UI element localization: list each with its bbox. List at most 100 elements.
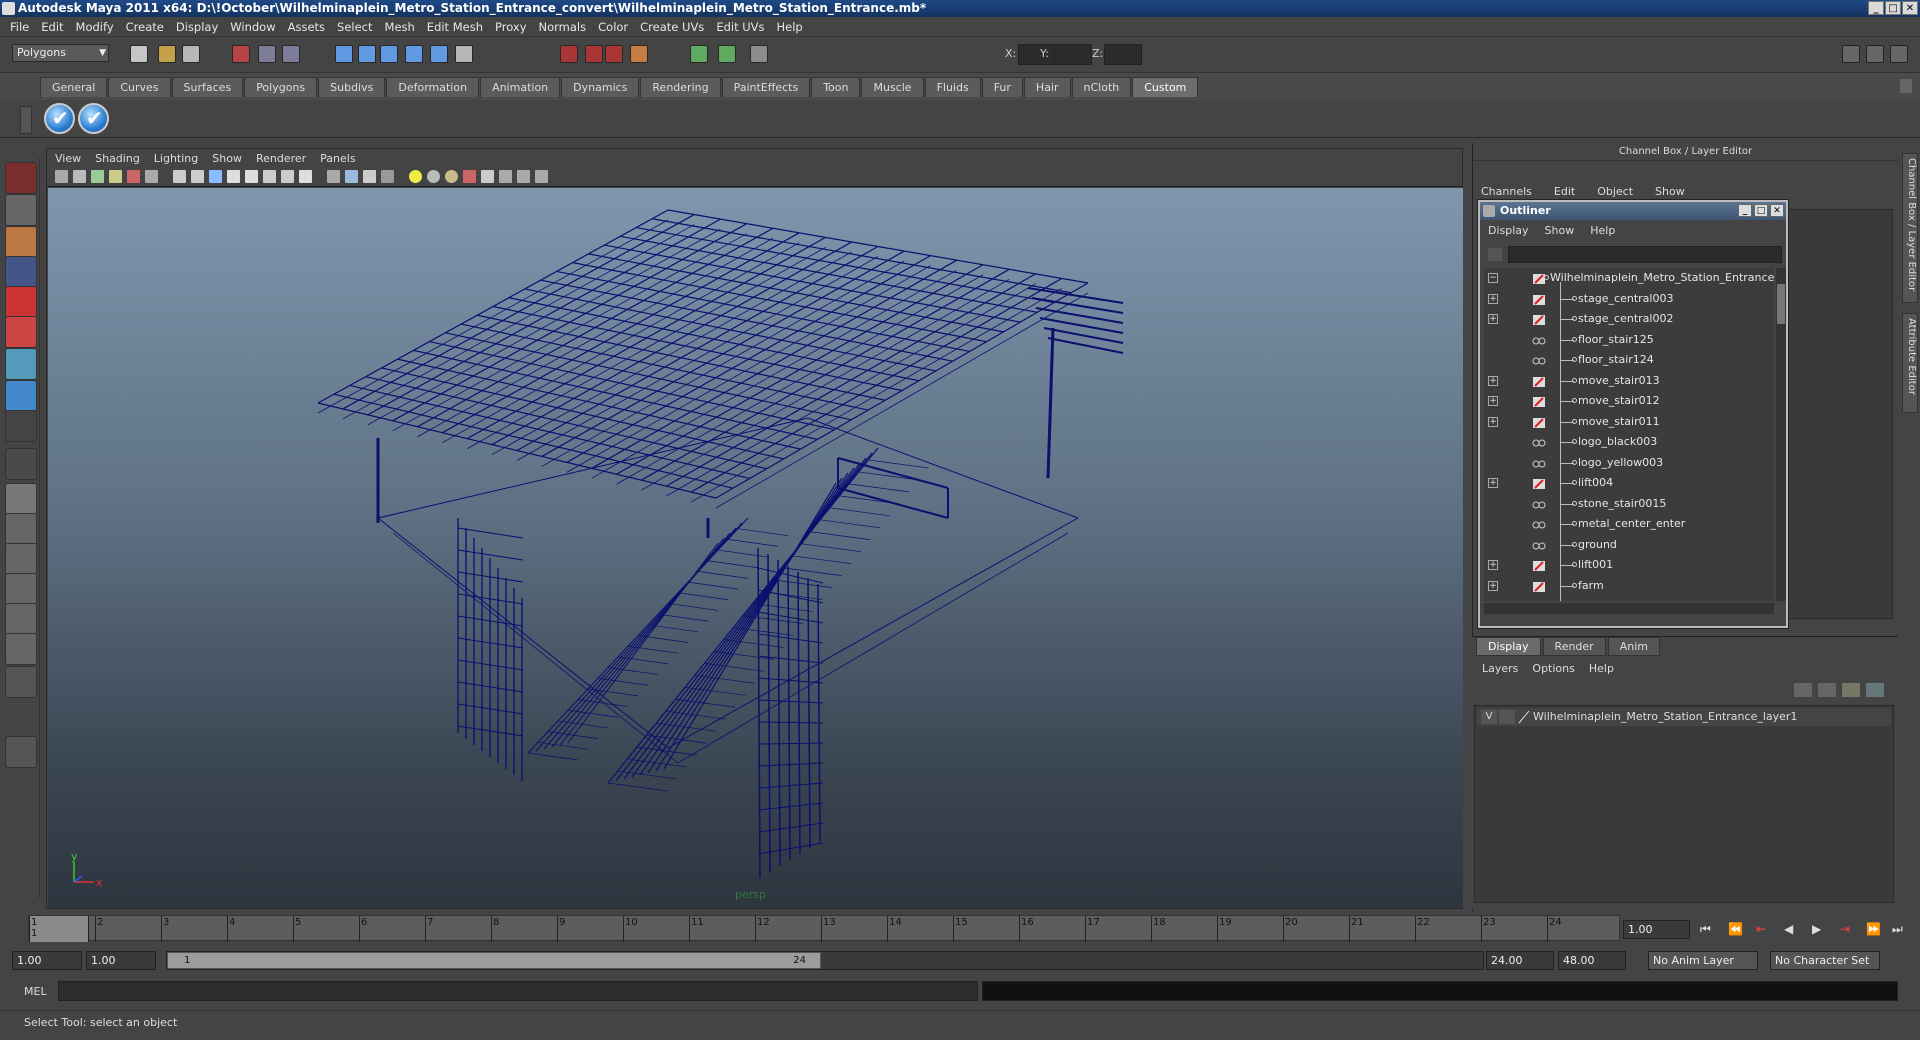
menu-edit[interactable]: Edit <box>35 20 69 34</box>
outliner-title-bar[interactable]: Outliner _ □ ✕ <box>1480 202 1786 220</box>
outliner-menu-display[interactable]: Display <box>1488 221 1529 241</box>
menu-mesh[interactable]: Mesh <box>379 20 421 34</box>
go-to-start-icon[interactable]: ⏮ <box>1700 922 1711 937</box>
persp-outliner-layout-icon[interactable] <box>5 543 37 575</box>
persp-graph-layout-icon[interactable] <box>5 573 37 605</box>
shelf-tab-rendering[interactable]: Rendering <box>640 77 721 97</box>
shelf-tab-toon[interactable]: Toon <box>811 77 861 97</box>
single-perspective-layout-icon[interactable] <box>5 483 37 515</box>
soft-mod-tool-icon[interactable] <box>5 380 37 412</box>
rotate-tool-icon[interactable] <box>5 286 37 318</box>
station-wireframe-model[interactable] <box>48 188 1463 908</box>
layer-tab-anim[interactable]: Anim <box>1607 637 1660 656</box>
playback-start-field[interactable]: 1.00 <box>86 951 156 970</box>
perspective-viewport[interactable]: persp y x <box>48 188 1463 908</box>
viewport-tool-1-icon[interactable] <box>55 170 68 183</box>
viewport-tool-16-icon[interactable] <box>345 170 358 183</box>
step-back-key-icon[interactable]: ⇤ <box>1756 922 1766 936</box>
menu-color[interactable]: Color <box>592 20 634 34</box>
outliner-item-move-stair012[interactable]: + move_stair012 <box>1484 391 1774 411</box>
outliner-item-move-stair011[interactable]: + move_stair011 <box>1484 412 1774 432</box>
menu-edit-uvs[interactable]: Edit UVs <box>710 20 770 34</box>
viewport-tool-13-icon[interactable] <box>281 170 294 183</box>
outliner-item-ground[interactable]: ground <box>1484 535 1774 555</box>
step-forward-key-icon[interactable]: ⇥ <box>1840 922 1850 936</box>
shelf-custom-tool-1[interactable] <box>44 103 75 134</box>
new-layer-icon[interactable] <box>1794 683 1812 697</box>
show-manip-tool-icon[interactable] <box>5 410 37 442</box>
side-tab-channel-box[interactable]: Channel Box / Layer Editor <box>1902 153 1918 303</box>
lasso-tool-icon[interactable] <box>5 194 37 226</box>
viewport-menu-renderer[interactable]: Renderer <box>256 152 306 165</box>
shelf-tab-dynamics[interactable]: Dynamics <box>561 77 640 97</box>
persp-uv-layout-icon[interactable] <box>5 633 37 665</box>
menu-normals[interactable]: Normals <box>533 20 593 34</box>
snap-point-icon[interactable] <box>380 45 398 63</box>
channel-box-menu-show[interactable]: Show <box>1655 183 1685 201</box>
side-tab-attribute-editor[interactable]: Attribute Editor <box>1902 313 1918 413</box>
anim-layer-selector[interactable]: No Anim Layer <box>1648 951 1758 970</box>
animation-end-field[interactable]: 48.00 <box>1558 951 1626 970</box>
select-object-icon[interactable] <box>258 45 276 63</box>
shelf-custom-tool-2[interactable] <box>78 103 109 134</box>
viewport-tool-12-icon[interactable] <box>263 170 276 183</box>
menu-select[interactable]: Select <box>331 20 378 34</box>
close-button[interactable]: ✕ <box>1902 1 1918 15</box>
range-thumb[interactable]: 1 24 <box>167 952 821 969</box>
mel-input[interactable] <box>58 981 978 1001</box>
render-frame-icon[interactable] <box>560 45 578 63</box>
channel-box-menu-object[interactable]: Object <box>1597 183 1633 201</box>
menu-file[interactable]: File <box>4 20 35 34</box>
input-ops-icon[interactable] <box>690 45 708 63</box>
current-frame-field[interactable]: 1.00 <box>1623 920 1690 939</box>
z-coord-input[interactable] <box>1104 44 1142 65</box>
hypershade-icon[interactable] <box>630 45 648 63</box>
maximize-button[interactable]: □ <box>1885 1 1901 15</box>
expand-icon[interactable]: + <box>1488 396 1498 406</box>
viewport-tool-26-icon[interactable] <box>535 170 548 183</box>
outliner-item-lift004[interactable]: + lift004 <box>1484 473 1774 493</box>
new-scene-icon[interactable] <box>130 45 148 63</box>
outliner-item-chrome-railing001[interactable]: chrome_railing001 <box>1484 596 1774 601</box>
menu-help[interactable]: Help <box>771 20 809 34</box>
current-time-marker[interactable]: 1 <box>29 916 89 942</box>
viewport-tool-24-icon[interactable] <box>499 170 512 183</box>
layer-menu-help[interactable]: Help <box>1589 661 1614 677</box>
expand-icon[interactable]: + <box>1488 314 1498 324</box>
outliner-item-metal-center-enter[interactable]: metal_center_enter <box>1484 514 1774 534</box>
viewport-tool-6-icon[interactable] <box>145 170 158 183</box>
outliner-item-lift001[interactable]: + lift001 <box>1484 555 1774 575</box>
animation-start-field[interactable]: 1.00 <box>12 951 82 970</box>
layer-add-icon[interactable] <box>1866 683 1884 697</box>
viewport-tool-21-icon[interactable] <box>445 170 458 183</box>
new-layer-selected-icon[interactable] <box>1818 683 1836 697</box>
viewport-tool-17-icon[interactable] <box>363 170 376 183</box>
viewport-menu-view[interactable]: View <box>55 152 81 165</box>
snap-plane-icon[interactable] <box>405 45 423 63</box>
channel-box-toggle-icon[interactable] <box>1842 45 1860 63</box>
menu-edit-mesh[interactable]: Edit Mesh <box>421 20 489 34</box>
range-bar[interactable]: 1 24 <box>166 951 1484 970</box>
channel-box-menu-channels[interactable]: Channels <box>1481 183 1532 201</box>
shelf-tab-curves[interactable]: Curves <box>108 77 171 97</box>
outliner-menu-show[interactable]: Show <box>1545 221 1575 241</box>
menu-proxy[interactable]: Proxy <box>489 20 533 34</box>
viewport-tool-4-icon[interactable] <box>109 170 122 183</box>
outliner-item-logo-yellow003[interactable]: logo_yellow003 <box>1484 453 1774 473</box>
outliner-item-stone-stair0015[interactable]: stone_stair0015 <box>1484 494 1774 514</box>
expand-icon[interactable]: + <box>1488 560 1498 570</box>
layer-menu-options[interactable]: Options <box>1532 661 1574 677</box>
select-tool-icon[interactable] <box>5 162 37 194</box>
menu-create[interactable]: Create <box>120 20 170 34</box>
viewport-tool-19-icon[interactable] <box>409 170 422 183</box>
outliner-menu-help[interactable]: Help <box>1590 221 1615 241</box>
save-scene-icon[interactable] <box>182 45 200 63</box>
viewport-tool-20-icon[interactable] <box>427 170 440 183</box>
filter-icon[interactable] <box>1488 248 1502 261</box>
play-backwards-icon[interactable]: ◀ <box>1784 922 1793 936</box>
layer-menu-layers[interactable]: Layers <box>1482 661 1518 677</box>
viewport-menu-shading[interactable]: Shading <box>95 152 140 165</box>
layer-tab-render[interactable]: Render <box>1542 637 1606 656</box>
step-back-frame-icon[interactable]: ⏪ <box>1728 922 1743 936</box>
viewport-tool-8-icon[interactable] <box>191 170 204 183</box>
